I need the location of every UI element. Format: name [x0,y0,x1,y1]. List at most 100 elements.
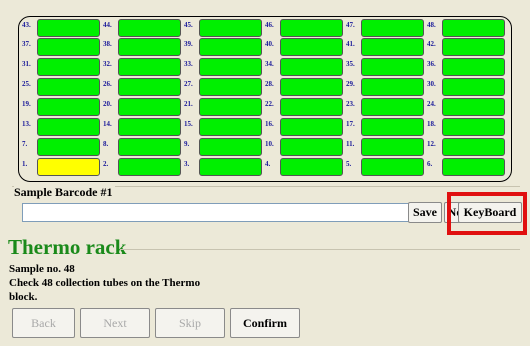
skip-button[interactable]: Skip [155,308,225,338]
instruction-text-line1: Check 48 collection tubes on the Thermo [9,277,201,289]
tube-number: 4. [265,160,271,168]
tube-indicator[interactable] [118,98,181,116]
tube-number: 35. [346,60,355,68]
tube-number: 21. [184,100,193,108]
tube-indicator[interactable] [280,38,343,56]
tube-indicator[interactable] [118,158,181,176]
tube-number: 25. [22,80,31,88]
tube-number: 39. [184,40,193,48]
tube-indicator[interactable] [199,19,262,37]
thermo-rack-title: Thermo rack [8,235,127,259]
tube-indicator[interactable] [37,38,100,56]
tube-indicator[interactable] [280,78,343,96]
tube-indicator[interactable] [442,58,505,76]
tube-indicator[interactable] [280,58,343,76]
tube-indicator[interactable] [442,38,505,56]
tube-number: 8. [103,140,109,148]
tube-indicator[interactable] [280,98,343,116]
tube-number: 27. [184,80,193,88]
tube-indicator[interactable] [199,158,262,176]
tube-number: 37. [22,40,31,48]
tube-indicator[interactable] [118,19,181,37]
tube-number: 36. [427,60,436,68]
tube-indicator[interactable] [199,98,262,116]
tube-number: 46. [265,21,274,29]
tube-indicator[interactable] [199,138,262,156]
tube-number: 42. [427,40,436,48]
tube-number: 28. [265,80,274,88]
tube-indicator[interactable] [442,158,505,176]
tube-number: 30. [427,80,436,88]
save-button[interactable]: Save [408,202,442,223]
tube-number: 17. [346,120,355,128]
tube-indicator[interactable] [118,118,181,136]
tube-number: 43. [22,21,31,29]
tube-number: 34. [265,60,274,68]
tube-number: 16. [265,120,274,128]
tube-indicator[interactable] [37,19,100,37]
tube-indicator[interactable] [280,118,343,136]
tube-number: 24. [427,100,436,108]
tube-indicator[interactable] [118,38,181,56]
tube-indicator[interactable] [361,58,424,76]
tube-indicator[interactable] [280,138,343,156]
confirm-button[interactable]: Confirm [230,308,300,338]
back-button[interactable]: Back [12,308,75,338]
sample-barcode-label: Sample Barcode #1 [14,185,116,200]
tube-indicator[interactable] [118,78,181,96]
tube-number: 11. [346,140,355,148]
tube-indicator[interactable] [37,78,100,96]
thermo-rack-grid: 43. 44. 45. 46. 47. 48. 37. 38. 39. 40. 41. 42. 31. 3… [18,16,512,182]
tube-number: 45. [184,21,193,29]
tube-indicator[interactable] [361,38,424,56]
tube-indicator[interactable] [442,118,505,136]
tube-number: 12. [427,140,436,148]
tube-indicator[interactable] [442,138,505,156]
tube-indicator[interactable] [442,78,505,96]
next-button[interactable]: Next [80,308,150,338]
sample-number-text: Sample no. 48 [9,263,75,275]
tube-indicator[interactable] [118,138,181,156]
tube-indicator[interactable] [199,118,262,136]
keyboard-highlight-box [447,192,527,235]
active-tube-indicator[interactable] [37,158,100,176]
tube-number: 7. [22,140,28,148]
tube-number: 23. [346,100,355,108]
tube-indicator[interactable] [361,158,424,176]
tube-indicator[interactable] [199,38,262,56]
tube-number: 2. [103,160,109,168]
tube-indicator[interactable] [199,58,262,76]
tube-number: 31. [22,60,31,68]
tube-indicator[interactable] [118,58,181,76]
tube-indicator[interactable] [361,138,424,156]
tube-number: 15. [184,120,193,128]
title-divider [120,249,520,250]
tube-indicator[interactable] [442,98,505,116]
tube-number: 41. [346,40,355,48]
tube-number: 32. [103,60,112,68]
tube-indicator[interactable] [37,138,100,156]
tube-indicator[interactable] [37,98,100,116]
tube-number: 33. [184,60,193,68]
tube-indicator[interactable] [361,98,424,116]
tube-number: 48. [427,21,436,29]
tube-indicator[interactable] [442,19,505,37]
instruction-text-line2: block. [9,291,38,303]
tube-number: 22. [265,100,274,108]
tube-indicator[interactable] [280,19,343,37]
tube-number: 38. [103,40,112,48]
tube-number: 29. [346,80,355,88]
tube-number: 19. [22,100,31,108]
tube-number: 20. [103,100,112,108]
tube-indicator[interactable] [37,58,100,76]
tube-indicator[interactable] [280,158,343,176]
tube-indicator[interactable] [361,118,424,136]
tube-indicator[interactable] [361,19,424,37]
tube-indicator[interactable] [361,78,424,96]
tube-indicator[interactable] [199,78,262,96]
tube-indicator[interactable] [37,118,100,136]
tube-number: 10. [265,140,274,148]
sample-barcode-input[interactable] [22,203,416,222]
tube-number: 9. [184,140,190,148]
tube-number: 1. [22,160,28,168]
